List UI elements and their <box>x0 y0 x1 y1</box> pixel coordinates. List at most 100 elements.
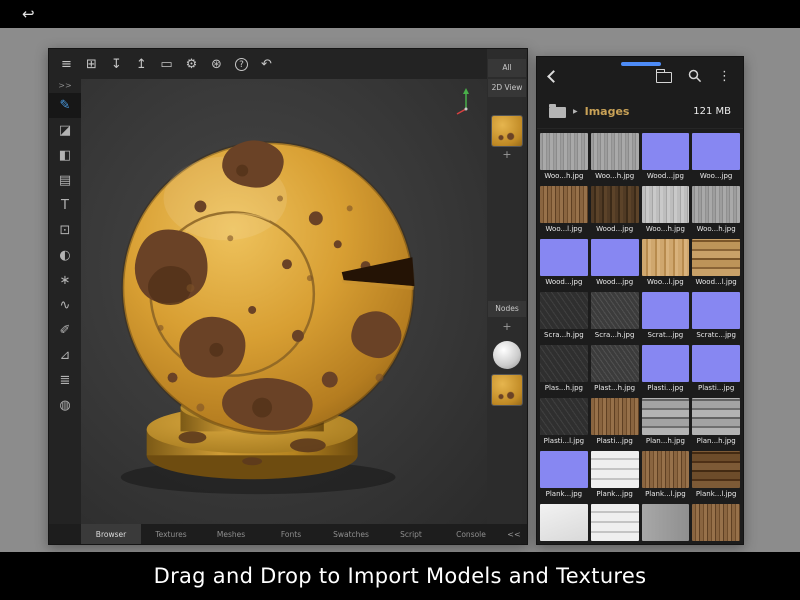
tab-fonts[interactable]: Fonts <box>261 524 321 544</box>
texture-thumbnail <box>540 133 588 170</box>
texture-file-item[interactable]: Plank...jpg <box>540 451 588 501</box>
texture-file-item[interactable]: Wood...jpg <box>591 239 639 289</box>
current-folder-name[interactable]: Images <box>585 105 630 118</box>
texture-file-item[interactable]: Woo...h.jpg <box>692 186 740 236</box>
menu-icon[interactable]: ≡ <box>54 52 79 77</box>
import-icon[interactable]: ↧ <box>104 52 129 77</box>
file-name: Wood...l.jpg <box>692 276 740 289</box>
decal-tool[interactable]: ▤ <box>49 168 81 193</box>
texture-file-item[interactable]: Scra...h.jpg <box>591 292 639 342</box>
tab-all[interactable]: All <box>488 59 526 77</box>
eraser-tool[interactable]: ◪ <box>49 118 81 143</box>
texture-thumbnail <box>642 292 690 329</box>
search-icon[interactable] <box>688 69 702 83</box>
back-icon[interactable]: ↩ <box>22 5 35 23</box>
file-name: Wood...jpg <box>591 276 639 289</box>
paint-toolbar: ≡⊞↧↥▭⚙⊛? ↶ <box>49 49 527 79</box>
texture-file-item[interactable]: Plas...h.jpg <box>540 345 588 395</box>
blur-tool[interactable]: ◐ <box>49 243 81 268</box>
help-icon[interactable]: ? <box>235 58 248 71</box>
3d-viewport[interactable] <box>81 79 487 524</box>
home-folder-icon[interactable] <box>549 107 566 118</box>
file-name: Plank...jpg <box>591 488 639 501</box>
texture-file-item[interactable]: Plasti...l.jpg <box>540 398 588 448</box>
texture-file-item[interactable]: Woo...jpg <box>692 133 740 183</box>
back-chevron-icon[interactable] <box>547 70 560 83</box>
texture-file-item[interactable]: Scra...h.jpg <box>540 292 588 342</box>
text-tool[interactable]: T <box>49 193 81 218</box>
smudge-tool[interactable]: ∿ <box>49 293 81 318</box>
new-folder-icon[interactable] <box>656 72 672 83</box>
export-icon[interactable]: ↥ <box>129 52 154 77</box>
file-name: Plasti...l.jpg <box>540 435 588 448</box>
file-name: Woo...h.jpg <box>692 223 740 236</box>
undo-icon[interactable]: ↶ <box>254 52 279 77</box>
texture-file-item[interactable]: Woo...l.jpg <box>642 239 690 289</box>
tab-2d-view[interactable]: 2D View <box>488 79 526 97</box>
sphere-model[interactable] <box>81 79 487 524</box>
expand-rail-button[interactable]: >> <box>49 79 81 93</box>
tab-nodes[interactable]: Nodes <box>488 301 526 317</box>
texture-thumbnail <box>642 504 690 541</box>
brush-tool[interactable]: ✎ <box>49 93 81 118</box>
texture-thumbnail <box>692 345 740 382</box>
viewport-mode-icon[interactable]: ▭ <box>154 52 179 77</box>
texture-file-item[interactable]: Wood...jpg <box>591 186 639 236</box>
layers-tool[interactable]: ≣ <box>49 368 81 393</box>
add-texture-button[interactable]: + <box>502 147 511 163</box>
texture-thumbnail <box>591 345 639 382</box>
tab-script[interactable]: Script <box>381 524 441 544</box>
texture-file-item[interactable]: Plank...l.jpg <box>642 451 690 501</box>
tab-swatches[interactable]: Swatches <box>321 524 381 544</box>
collapse-panel-button[interactable]: << <box>501 524 527 544</box>
overflow-menu-icon[interactable]: ⋮ <box>718 70 731 83</box>
texture-file-item[interactable]: Scrat...jpg <box>642 292 690 342</box>
texture-file-item[interactable]: Woo...h.jpg <box>591 133 639 183</box>
texture-file-item[interactable]: Plasti...jpg <box>591 398 639 448</box>
settings-gear-icon[interactable]: ⚙ <box>179 52 204 77</box>
texture-file-item[interactable]: Plank...jpg <box>591 451 639 501</box>
particle-tool[interactable]: ∗ <box>49 268 81 293</box>
texture-layer-thumbnail[interactable] <box>491 115 523 147</box>
texture-file-item[interactable] <box>591 504 639 543</box>
tab-console[interactable]: Console <box>441 524 501 544</box>
tool-rail: >> ✎◪◧▤T⊡◐∗∿✐⊿≣◍ <box>49 79 81 524</box>
texture-file-item[interactable]: Plasti...jpg <box>692 345 740 395</box>
bottom-tab-bar: BrowserTexturesMeshesFontsSwatchesScript… <box>49 524 527 544</box>
texture-file-item[interactable] <box>642 504 690 543</box>
texture-thumbnail <box>642 186 690 223</box>
tab-meshes[interactable]: Meshes <box>201 524 261 544</box>
plugins-icon[interactable]: ⊛ <box>204 52 229 77</box>
texture-file-item[interactable]: Woo...h.jpg <box>540 133 588 183</box>
add-node-button[interactable]: + <box>502 319 511 335</box>
grid-view-icon[interactable]: ⊞ <box>79 52 104 77</box>
material-texture-thumbnail[interactable] <box>491 374 523 406</box>
texture-file-item[interactable] <box>692 504 740 543</box>
texture-file-item[interactable]: Plasti...jpg <box>642 345 690 395</box>
texture-file-item[interactable]: Plast...h.jpg <box>591 345 639 395</box>
texture-thumbnail <box>591 186 639 223</box>
texture-file-item[interactable]: Woo...h.jpg <box>642 186 690 236</box>
texture-file-item[interactable] <box>540 504 588 543</box>
texture-file-item[interactable]: Scratc...jpg <box>692 292 740 342</box>
path-row: ▶ Images 121 MB <box>537 95 743 129</box>
texture-thumbnail <box>540 186 588 223</box>
picker-tool[interactable]: ✐ <box>49 318 81 343</box>
material-sphere-thumbnail[interactable] <box>493 341 521 369</box>
texture-file-item[interactable]: Wood...jpg <box>642 133 690 183</box>
texture-file-item[interactable]: Wood...l.jpg <box>692 239 740 289</box>
tab-browser[interactable]: Browser <box>81 524 141 544</box>
material-tool[interactable]: ◍ <box>49 393 81 418</box>
gizmo-tool[interactable]: ⊿ <box>49 343 81 368</box>
expand-folder-icon[interactable]: ▶ <box>573 108 578 115</box>
fill-tool[interactable]: ◧ <box>49 143 81 168</box>
texture-file-item[interactable]: Plan...h.jpg <box>642 398 690 448</box>
texture-file-item[interactable]: Woo...l.jpg <box>540 186 588 236</box>
texture-file-item[interactable]: Wood...jpg <box>540 239 588 289</box>
texture-thumbnail <box>591 398 639 435</box>
tab-textures[interactable]: Textures <box>141 524 201 544</box>
clone-tool[interactable]: ⊡ <box>49 218 81 243</box>
texture-thumbnail <box>692 186 740 223</box>
texture-file-item[interactable]: Plank...l.jpg <box>692 451 740 501</box>
texture-file-item[interactable]: Plan...h.jpg <box>692 398 740 448</box>
